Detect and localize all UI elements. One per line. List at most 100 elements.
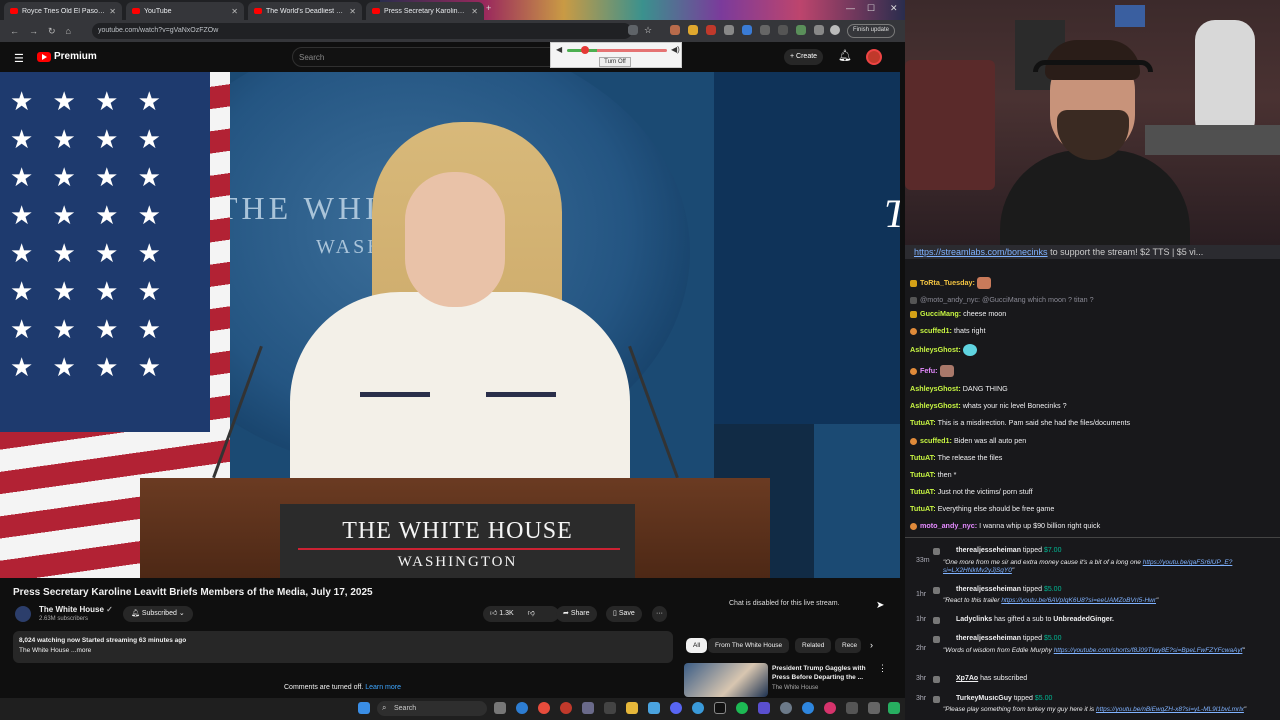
app-icon[interactable]	[888, 702, 900, 714]
learn-more-link[interactable]: Learn more	[365, 684, 401, 691]
channel-avatar[interactable]	[15, 606, 31, 622]
save-button[interactable]: ▯ Save	[606, 606, 642, 622]
avatar[interactable]	[866, 49, 882, 65]
chat-message: GucciMang: cheese moon	[910, 309, 1006, 318]
extension-icon[interactable]	[796, 25, 806, 35]
tip-icon	[933, 548, 940, 555]
chat-message: TutuAT: then *	[910, 470, 957, 479]
subscribed-button[interactable]: 🔔︎ Subscribed ⌄	[123, 606, 193, 622]
hamburger-menu-icon[interactable]: ☰	[14, 52, 24, 65]
chat-message: scuffed1: thats right	[910, 326, 986, 335]
more-actions-button[interactable]: ···	[652, 606, 667, 622]
recommendation-title[interactable]: President Trump Gaggles with Press Befor…	[772, 664, 872, 682]
discord-icon[interactable]	[670, 702, 682, 714]
volume-slider-knob[interactable]	[581, 46, 589, 54]
chat-badge-icon	[910, 437, 917, 445]
subscribe-icon	[933, 676, 940, 683]
close-icon[interactable]: ✕	[231, 7, 238, 16]
extension-icon[interactable]	[688, 25, 698, 35]
app-icon[interactable]	[582, 702, 594, 714]
app-icon[interactable]	[758, 702, 770, 714]
maximize-icon[interactable]: ☐	[867, 3, 875, 14]
tab-press-secretary[interactable]: Press Secretary Karoline Le ✕	[366, 2, 484, 20]
reload-icon[interactable]: ↻	[48, 26, 56, 37]
tip-message: "React to this trailer https://youtu.be/…	[943, 597, 1159, 604]
close-window-icon[interactable]: ✕	[890, 3, 898, 14]
close-icon[interactable]: ✕	[471, 7, 478, 16]
extension-icon[interactable]	[670, 25, 680, 35]
close-icon[interactable]: ✕	[349, 7, 356, 16]
turn-off-button[interactable]: Turn Off	[599, 57, 631, 67]
chat-message: TutuAT: This is a misdirection. Pam said…	[910, 418, 1131, 427]
back-icon[interactable]: ←	[10, 26, 19, 36]
like-button[interactable]: 👍︎ 1.3K	[490, 610, 514, 617]
extensions-puzzle-icon[interactable]	[760, 25, 770, 35]
chip-recent[interactable]: Rece	[835, 638, 861, 653]
tab-theme[interactable]: The World's Deadliest Theme✕	[248, 2, 362, 20]
recommendation-channel[interactable]: The White House	[772, 685, 818, 691]
browser-tab-strip: Royce Tries Old El Paso's NEW✕ YouTube✕ …	[0, 0, 905, 20]
app-icon[interactable]	[648, 702, 660, 714]
home-icon[interactable]: ⌂	[66, 26, 71, 36]
app-icon[interactable]	[604, 702, 616, 714]
description-box[interactable]: 8,024 watching now Started streaming 63 …	[13, 631, 673, 663]
windows-start-icon[interactable]	[358, 702, 370, 714]
edge-icon[interactable]	[516, 702, 528, 714]
extension-icon[interactable]	[724, 25, 734, 35]
tip-link[interactable]: https://youtube.com/shorts/f8J09TIwy8E?s…	[1054, 647, 1243, 654]
app-icon[interactable]	[714, 702, 726, 714]
app-icon[interactable]	[824, 702, 836, 714]
share-button[interactable]: ➦ Share	[556, 606, 597, 622]
chat-message: AshleysGhost: DANG THING	[910, 384, 1008, 393]
subscriber-count: 2.63M subscribers	[39, 616, 89, 622]
app-icon[interactable]	[802, 702, 814, 714]
chip-from-channel[interactable]: From The White House	[708, 638, 790, 653]
spotify-icon[interactable]	[736, 702, 748, 714]
profile-icon[interactable]	[830, 25, 840, 35]
sidebar-icon[interactable]	[778, 25, 788, 35]
tip-link[interactable]: https://youtu.be/6AVpIqK6U8?si=eeUAMZoBV…	[1001, 597, 1156, 604]
donation-link[interactable]: https://streamlabs.com/bonecinks	[914, 247, 1048, 257]
emote-icon	[939, 365, 954, 377]
recommendation-thumbnail[interactable]	[684, 663, 768, 697]
new-tab-button[interactable]: +	[486, 3, 491, 13]
close-icon[interactable]: ✕	[109, 7, 116, 16]
flag-stars: ★ ★ ★ ★ ★ ★ ★ ★ ★ ★ ★ ★ ★ ★ ★ ★ ★ ★ ★ ★ …	[0, 72, 210, 432]
chevron-right-icon[interactable]: ›	[870, 640, 873, 650]
tab-youtube[interactable]: YouTube ✕	[126, 2, 244, 20]
extension-icon[interactable]	[742, 25, 752, 35]
forward-icon[interactable]: →	[29, 26, 38, 36]
app-icon[interactable]	[846, 702, 858, 714]
minimize-icon[interactable]: —	[846, 3, 855, 13]
thumbs-down-icon: 👎︎	[527, 610, 535, 617]
chip-related[interactable]: Related	[795, 638, 832, 653]
chip-all[interactable]: All	[686, 638, 708, 653]
kebab-menu-icon[interactable]: ⋮	[878, 663, 887, 674]
event-item: 2hr therealjesseheiman tipped $5.00 "Wor…	[905, 635, 1280, 669]
app-icon[interactable]	[868, 702, 880, 714]
description-text[interactable]: The White House ...more	[19, 647, 667, 654]
finish-update-button[interactable]: Finish update	[847, 24, 896, 38]
task-view-icon[interactable]	[494, 702, 506, 714]
bookmark-star-icon[interactable]: ☆	[644, 25, 654, 35]
url-field[interactable]: youtube.com/watch?v=gVaNxOzFZOw	[92, 23, 632, 39]
app-icon[interactable]	[692, 702, 704, 714]
create-button[interactable]: + Create	[784, 49, 824, 65]
file-explorer-icon[interactable]	[626, 702, 638, 714]
chrome-profile-icon[interactable]	[560, 702, 572, 714]
video-player[interactable]: T THE WHITE HOUSE WASHINGTON ★ ★ ★ ★ ★ ★…	[0, 72, 900, 578]
dislike-button[interactable]: 👎︎	[528, 610, 535, 617]
chrome-icon[interactable]	[538, 702, 550, 714]
extension-icon[interactable]	[706, 25, 716, 35]
taskbar-search[interactable]: Search	[377, 701, 487, 716]
download-icon[interactable]	[814, 25, 824, 35]
tip-link[interactable]: https://youtu.be/nBiEwgZH-x8?si=yL-ML9I1…	[1096, 706, 1244, 713]
chat-message: AshleysGhost:	[910, 344, 977, 356]
youtube-premium-logo[interactable]: Premium	[37, 51, 97, 62]
extension-icon[interactable]	[628, 25, 638, 35]
emote-icon	[962, 344, 977, 356]
tab-royce[interactable]: Royce Tries Old El Paso's NEW✕	[4, 2, 122, 20]
app-icon[interactable]	[780, 702, 792, 714]
notifications-bell-icon[interactable]: 🔔︎	[838, 49, 852, 62]
channel-name[interactable]: The White House ✓	[39, 605, 113, 614]
